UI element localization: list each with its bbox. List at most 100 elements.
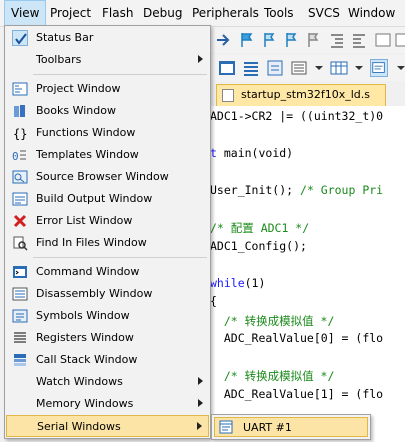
templates-window-icon: 0 bbox=[12, 147, 28, 163]
code-line: ADC1->CR2 |= ((uint32_t)0 bbox=[210, 109, 383, 123]
comment-icon[interactable] bbox=[374, 31, 392, 49]
submenu-arrow-icon bbox=[198, 55, 203, 63]
menu-item-label: Registers Window bbox=[36, 331, 134, 344]
command-window-icon bbox=[12, 264, 28, 280]
code-line: ADC1_Config(); bbox=[210, 239, 307, 253]
code-line: while(1) bbox=[210, 276, 265, 290]
build-output-icon bbox=[12, 191, 28, 207]
menu-item-command-window[interactable]: Command Window bbox=[6, 261, 209, 283]
code-token: /* 配置 ADC1 */ bbox=[210, 221, 310, 235]
dropdown-arrow-icon[interactable] bbox=[392, 59, 405, 77]
menu-item-find-in-files-window[interactable]: Find In Files Window bbox=[6, 232, 209, 254]
menu-separator bbox=[33, 257, 207, 258]
disassembly-toolbar-icon[interactable] bbox=[242, 59, 260, 77]
code-token: User_Init(); bbox=[210, 183, 301, 197]
project-window-icon bbox=[12, 81, 28, 97]
menu-item-label: Memory Windows bbox=[36, 397, 134, 410]
submenu-arrow-icon bbox=[197, 422, 202, 430]
menu-flash[interactable]: Flash bbox=[96, 0, 139, 26]
code-token: /* Group Pri bbox=[300, 183, 384, 197]
menu-item-toolbars[interactable]: Toolbars bbox=[6, 49, 209, 71]
menu-item-watch-windows[interactable]: Watch Windows bbox=[6, 371, 209, 393]
menu-debug[interactable]: Debug bbox=[137, 0, 188, 26]
menu-item-label: Command Window bbox=[36, 265, 140, 278]
menu-tools[interactable]: Tools bbox=[258, 0, 300, 26]
code-editor[interactable]: ADC1->CR2 |= ((uint32_t)0t main(void) Use… bbox=[210, 106, 405, 442]
source-browser-icon bbox=[12, 169, 28, 185]
menu-item-memory-windows[interactable]: Memory Windows bbox=[6, 393, 209, 415]
memory-toolbar-icon[interactable] bbox=[330, 59, 348, 77]
submenu-arrow-icon bbox=[198, 377, 203, 385]
code-line: ADC_RealValue[0] = (flo bbox=[210, 331, 383, 345]
flag-next-icon[interactable] bbox=[282, 31, 300, 49]
menu-item-registers-window[interactable]: Registers Window bbox=[6, 327, 209, 349]
menu-item-serial-windows[interactable]: Serial Windows bbox=[6, 415, 209, 437]
menu-item-project-window[interactable]: Project Window bbox=[6, 78, 209, 100]
code-token: ADC1->CR2 |= ((uint32_t)0 bbox=[210, 109, 384, 123]
error-list-icon bbox=[12, 213, 28, 229]
menu-item-status-bar[interactable]: Status Bar bbox=[6, 27, 209, 49]
menu-item-call-stack-window[interactable]: Call Stack Window bbox=[6, 349, 209, 371]
uncomment-icon[interactable] bbox=[394, 31, 405, 49]
menu-item-disassembly-window[interactable]: Disassembly Window bbox=[6, 283, 209, 305]
menu-item-error-list-window[interactable]: Error List Window bbox=[6, 210, 209, 232]
code-line: ADC_RealValue[1] = (flo bbox=[210, 387, 383, 401]
menu-peripherals[interactable]: Peripherals bbox=[186, 0, 265, 26]
code-token: main(void) bbox=[216, 146, 294, 160]
menu-item-books-window[interactable]: Books Window bbox=[6, 100, 209, 122]
menu-item-label: Symbols Window bbox=[36, 309, 130, 322]
code-line: { bbox=[210, 294, 217, 308]
menu-item-templates-window[interactable]: 0 Templates Window bbox=[6, 144, 209, 166]
code-token: t bbox=[210, 146, 217, 160]
symbols-toolbar-icon[interactable] bbox=[266, 59, 284, 77]
menu-separator bbox=[33, 74, 207, 75]
editor-tab-strip: startup_stm32f10x_ld.s bbox=[210, 82, 405, 107]
code-line: User_Init(); /* Group Pri bbox=[210, 183, 383, 197]
svg-text:{}: {} bbox=[13, 127, 27, 141]
menu-item-label: Build Output Window bbox=[36, 192, 153, 205]
books-window-icon bbox=[12, 103, 28, 119]
editor-tab[interactable]: startup_stm32f10x_ld.s bbox=[216, 84, 386, 106]
menu-item-symbols-window[interactable]: Symbols Window bbox=[6, 305, 209, 327]
command-window-toolbar-icon[interactable] bbox=[218, 59, 236, 77]
call-stack-icon bbox=[12, 352, 28, 368]
flag-prev-icon[interactable] bbox=[260, 31, 278, 49]
menu-item-label: Disassembly Window bbox=[36, 287, 153, 300]
code-token: while bbox=[210, 275, 245, 290]
menu-item-source-browser-window[interactable]: Source Browser Window bbox=[6, 166, 209, 188]
menu-project[interactable]: Project bbox=[44, 0, 97, 26]
indent-icon[interactable] bbox=[328, 31, 346, 49]
svg-text:0: 0 bbox=[12, 150, 19, 163]
submenu-arrow-icon bbox=[198, 399, 203, 407]
code-token: /* 转换成模拟值 */ bbox=[223, 313, 335, 328]
editor-tab-label: startup_stm32f10x_ld.s bbox=[241, 88, 370, 101]
arrow-right-icon[interactable] bbox=[214, 31, 232, 49]
uart-window-icon bbox=[219, 420, 233, 434]
dropdown-arrow-icon[interactable] bbox=[310, 59, 328, 77]
code-line: t main(void) bbox=[210, 146, 293, 160]
toolbar-debug bbox=[210, 27, 405, 53]
registers-window-icon bbox=[12, 330, 28, 346]
registers-toolbar-icon[interactable] bbox=[290, 59, 308, 77]
menu-item-label: Serial Windows bbox=[37, 420, 121, 433]
menu-item-label: Call Stack Window bbox=[36, 353, 138, 366]
menu-item-build-output-window[interactable]: Build Output Window bbox=[6, 188, 209, 210]
menu-svcs[interactable]: SVCS bbox=[302, 0, 346, 26]
flag-icon[interactable] bbox=[238, 31, 256, 49]
dropdown-arrow-icon[interactable] bbox=[350, 59, 368, 77]
flag-clear-icon[interactable] bbox=[304, 31, 322, 49]
code-token: (1) bbox=[244, 275, 266, 290]
menu-item-functions-window[interactable]: {} Functions Window bbox=[6, 122, 209, 144]
menu-item-label: Status Bar bbox=[36, 31, 94, 44]
menu-window[interactable]: Window bbox=[342, 0, 401, 26]
find-in-files-icon bbox=[12, 235, 28, 251]
menu-item-uart-1[interactable]: UART #1 bbox=[214, 417, 368, 437]
serial-window-toolbar-icon[interactable] bbox=[370, 59, 388, 77]
unindent-icon[interactable] bbox=[350, 31, 368, 49]
menu-item-label: Error List Window bbox=[36, 214, 133, 227]
menu-view[interactable]: View bbox=[4, 0, 47, 26]
menu-item-label: Watch Windows bbox=[36, 375, 123, 388]
menu-item-label: Project Window bbox=[36, 82, 121, 95]
